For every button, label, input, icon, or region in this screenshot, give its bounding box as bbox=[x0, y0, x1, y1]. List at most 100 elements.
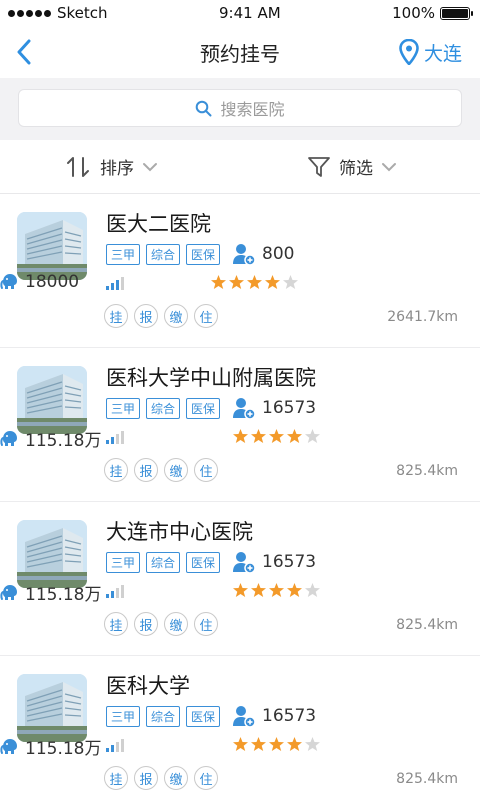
visit-count: 16573 bbox=[232, 396, 316, 420]
visit-count: 16573 bbox=[232, 550, 316, 574]
fan-count-value: 115.18万 bbox=[25, 585, 102, 605]
visit-count-value: 800 bbox=[262, 244, 295, 264]
rating-stars bbox=[232, 736, 321, 752]
user-add-icon bbox=[233, 552, 256, 574]
hospital-tag: 综合 bbox=[146, 398, 181, 419]
service-badge[interactable]: 住 bbox=[194, 612, 218, 636]
status-bar: Sketch 9:41 AM 100% bbox=[0, 0, 480, 26]
hospital-tag: 医保 bbox=[186, 552, 221, 573]
service-badge[interactable]: 住 bbox=[194, 304, 218, 328]
page-title: 预约挂号 bbox=[200, 41, 280, 66]
distance-label: 825.4km bbox=[396, 617, 458, 633]
fan-count-value: 18000 bbox=[25, 272, 80, 292]
service-badge[interactable]: 报 bbox=[134, 766, 158, 790]
star-icon bbox=[269, 737, 284, 751]
location-pin-icon bbox=[399, 39, 419, 65]
service-badge[interactable]: 住 bbox=[194, 458, 218, 482]
hospital-tags: 三甲 综合 医保 bbox=[106, 706, 221, 727]
hospital-list: 医大二医院 三甲 综合 医保 800 18000 挂报缴住 2641.7km 医… bbox=[0, 194, 480, 800]
star-icon bbox=[211, 275, 226, 289]
user-add-icon bbox=[233, 244, 256, 266]
star-icon bbox=[305, 429, 320, 443]
status-right: 100% bbox=[392, 4, 473, 22]
sort-button[interactable]: 排序 bbox=[0, 140, 239, 193]
signal-strength-icon bbox=[106, 584, 124, 598]
elephant-icon bbox=[0, 738, 17, 754]
visit-count-value: 16573 bbox=[262, 552, 317, 572]
signal-strength-icon bbox=[106, 738, 124, 752]
fan-count-value: 115.18万 bbox=[25, 431, 102, 451]
search-icon bbox=[196, 100, 212, 116]
service-badge[interactable]: 缴 bbox=[164, 458, 188, 482]
city-label: 大连 bbox=[423, 42, 462, 65]
hospital-tag: 医保 bbox=[186, 706, 221, 727]
back-button[interactable] bbox=[10, 36, 38, 68]
star-icon bbox=[233, 583, 248, 597]
service-badge[interactable]: 缴 bbox=[164, 766, 188, 790]
service-badge[interactable]: 报 bbox=[134, 304, 158, 328]
city-selector[interactable]: 大连 bbox=[399, 36, 462, 68]
hospital-name: 医大二医院 bbox=[106, 212, 211, 236]
hospital-list-item[interactable]: 大连市中心医院 三甲 综合 医保 16573 115.18万 挂报缴住 825.4k… bbox=[0, 502, 480, 656]
service-badges: 挂报缴住 bbox=[104, 612, 218, 636]
chevron-down-icon bbox=[143, 162, 157, 171]
star-icon bbox=[233, 429, 248, 443]
service-badges: 挂报缴住 bbox=[104, 766, 218, 790]
hospital-photo bbox=[17, 674, 87, 742]
hospital-list-item[interactable]: 医大二医院 三甲 综合 医保 800 18000 挂报缴住 2641.7km bbox=[0, 194, 480, 348]
elephant-icon bbox=[0, 274, 17, 289]
hospital-photo bbox=[17, 212, 87, 280]
service-badge[interactable]: 挂 bbox=[104, 304, 128, 328]
hospital-tag: 三甲 bbox=[106, 706, 141, 727]
hospital-photo bbox=[17, 366, 87, 434]
chevron-down-icon bbox=[382, 162, 396, 171]
star-icon bbox=[269, 583, 284, 597]
service-badges: 挂报缴住 bbox=[104, 458, 218, 482]
signal-strength-icon bbox=[106, 430, 124, 444]
distance-label: 2641.7km bbox=[387, 309, 458, 325]
service-badge[interactable]: 缴 bbox=[164, 612, 188, 636]
hospital-tag: 综合 bbox=[146, 244, 181, 265]
star-icon bbox=[287, 583, 302, 597]
service-badge[interactable]: 报 bbox=[134, 612, 158, 636]
filter-bar: 排序 筛选 bbox=[0, 140, 480, 194]
service-badge[interactable]: 挂 bbox=[104, 612, 128, 636]
hospital-tag: 医保 bbox=[186, 244, 221, 265]
star-icon bbox=[287, 737, 302, 751]
star-icon bbox=[287, 429, 302, 443]
service-badge[interactable]: 报 bbox=[134, 458, 158, 482]
search-input[interactable]: 搜索医院 bbox=[18, 89, 462, 127]
hospital-tags: 三甲 综合 医保 bbox=[106, 398, 221, 419]
distance-label: 825.4km bbox=[396, 771, 458, 787]
star-icon bbox=[233, 737, 248, 751]
hospital-name: 医科大学中山附属医院 bbox=[106, 366, 316, 390]
battery-icon bbox=[440, 6, 473, 20]
service-badge[interactable]: 挂 bbox=[104, 458, 128, 482]
visit-count: 800 bbox=[232, 242, 294, 266]
hospital-tags: 三甲 综合 医保 bbox=[106, 244, 221, 265]
signal-strength-icon bbox=[106, 276, 124, 290]
funnel-icon bbox=[308, 156, 330, 177]
hospital-name: 大连市中心医院 bbox=[106, 520, 253, 544]
search-placeholder: 搜索医院 bbox=[220, 100, 285, 119]
sort-label: 排序 bbox=[100, 159, 134, 179]
star-icon bbox=[251, 737, 266, 751]
sort-arrows-icon bbox=[67, 156, 89, 177]
elephant-icon bbox=[0, 584, 17, 600]
star-icon bbox=[269, 429, 284, 443]
hospital-list-item[interactable]: 医科大学 三甲 综合 医保 16573 115.18万 挂报缴住 825.4km bbox=[0, 656, 480, 800]
hospital-tag: 医保 bbox=[186, 398, 221, 419]
filter-label: 筛选 bbox=[339, 159, 373, 179]
fan-count: 18000 bbox=[0, 272, 79, 292]
service-badge[interactable]: 住 bbox=[194, 766, 218, 790]
service-badge[interactable]: 挂 bbox=[104, 766, 128, 790]
service-badge[interactable]: 缴 bbox=[164, 304, 188, 328]
navigation-bar: 预约挂号 大连 bbox=[0, 26, 480, 78]
rating-stars bbox=[232, 428, 321, 444]
rating-stars bbox=[210, 274, 299, 290]
filter-button[interactable]: 筛选 bbox=[239, 140, 480, 193]
chevron-left-icon bbox=[17, 39, 31, 65]
hospital-list-item[interactable]: 医科大学中山附属医院 三甲 综合 医保 16573 115.18万 挂报缴住 825… bbox=[0, 348, 480, 502]
hospital-tag: 综合 bbox=[146, 706, 181, 727]
star-icon bbox=[305, 583, 320, 597]
